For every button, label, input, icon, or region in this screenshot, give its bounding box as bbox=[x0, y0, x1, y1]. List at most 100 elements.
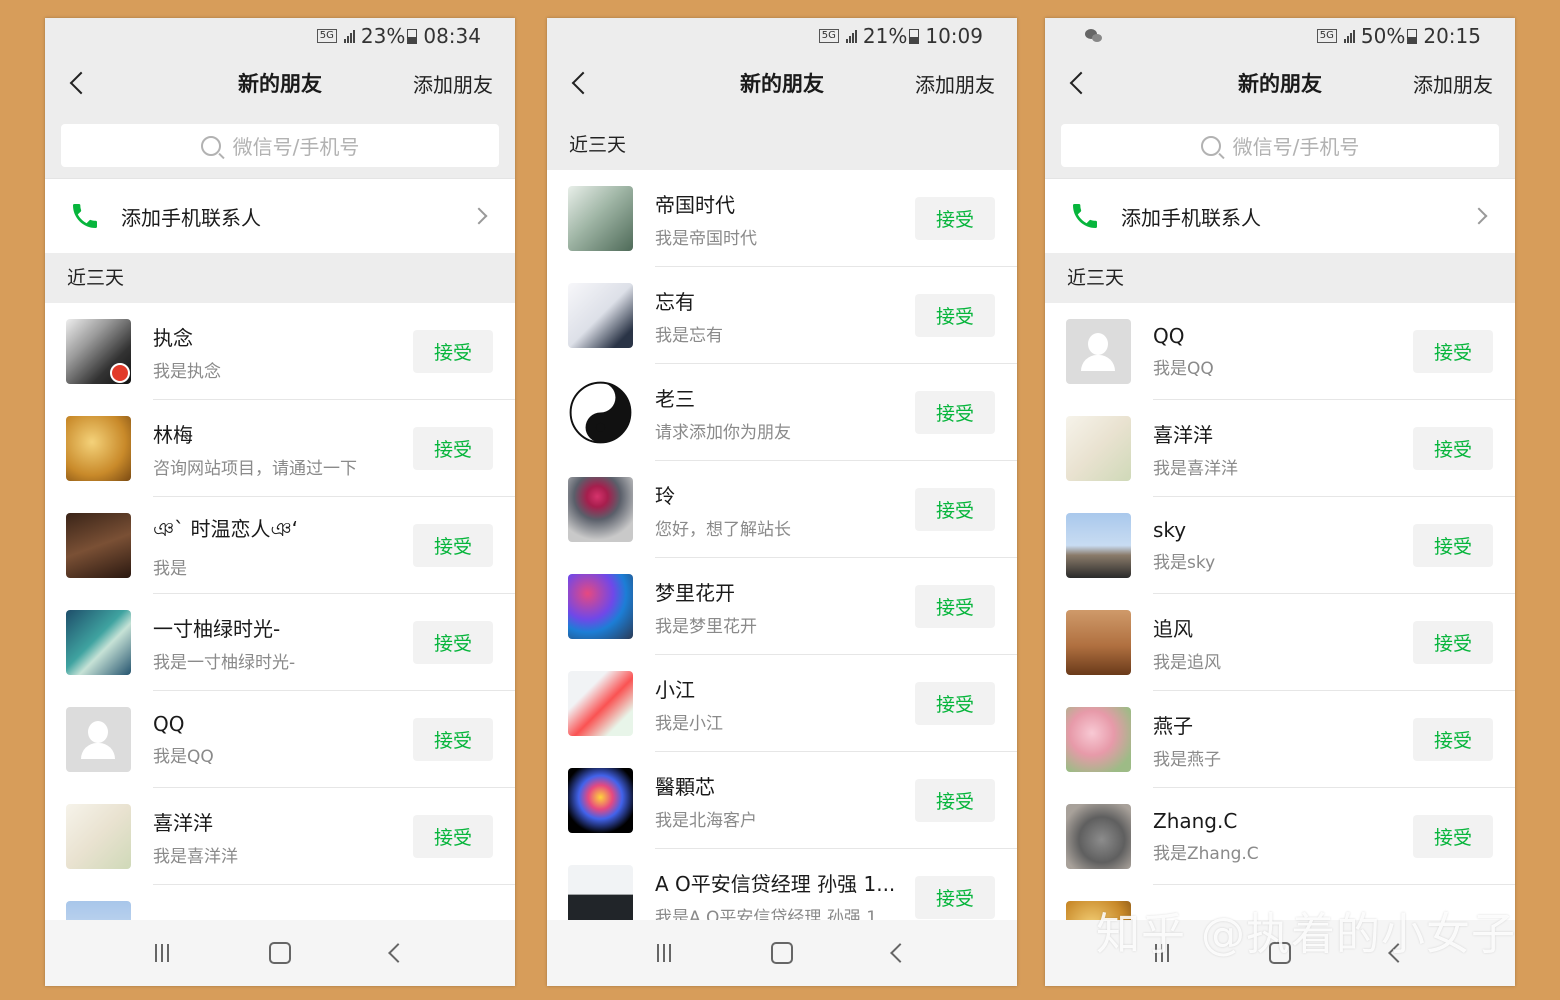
avatar[interactable] bbox=[568, 768, 633, 833]
request-message: 我是忘有 bbox=[655, 325, 723, 346]
phone-icon bbox=[73, 204, 97, 228]
avatar[interactable] bbox=[1066, 707, 1131, 772]
accept-button[interactable]: 接受 bbox=[915, 488, 995, 531]
add-friend-link[interactable]: 添加朋友 bbox=[915, 69, 995, 98]
list-item[interactable]: 梦里花开 我是梦里花开 接受 bbox=[547, 558, 1017, 655]
back-icon[interactable] bbox=[890, 943, 910, 963]
contact-name: 燕子 bbox=[1153, 713, 1193, 738]
list-item[interactable]: 醫顆芯 我是北海客户 接受 bbox=[547, 752, 1017, 849]
list-item[interactable]: 追风 我是追风 接受 bbox=[1045, 594, 1515, 691]
request-message: 我是小江 bbox=[655, 713, 723, 734]
contact-name: 小江 bbox=[655, 677, 695, 702]
list-item[interactable]: 喜洋洋 我是喜洋洋 接受 bbox=[45, 788, 515, 885]
avatar[interactable] bbox=[66, 416, 131, 481]
list-item[interactable]: 小江我是小江 接受 bbox=[547, 655, 1017, 752]
back-icon[interactable] bbox=[388, 943, 408, 963]
accept-button[interactable]: 接受 bbox=[915, 294, 995, 337]
accept-button[interactable]: 接受 bbox=[915, 585, 995, 628]
system-nav-bar bbox=[45, 920, 515, 986]
list-item[interactable]: 一寸柚绿时光- 我是一寸柚绿时光- 接受 bbox=[45, 594, 515, 691]
friend-request-list: 执念 我是执念 接受 林梅 咨询网站项目，请通过一下 接受 ঞ` 时温恋人ঞ‘ 我是 … bbox=[45, 303, 515, 982]
signal-icon bbox=[1343, 29, 1355, 43]
status-bar: 5G 50% 20:15 bbox=[1045, 18, 1515, 54]
list-item[interactable]: 忘有 我是忘有 接受 bbox=[547, 267, 1017, 364]
avatar[interactable] bbox=[568, 574, 633, 639]
accept-button[interactable]: 接受 bbox=[1413, 524, 1493, 567]
avatar[interactable] bbox=[568, 186, 633, 251]
back-arrow-icon[interactable] bbox=[1069, 71, 1093, 95]
accept-button[interactable]: 接受 bbox=[1413, 815, 1493, 858]
accept-button[interactable]: 接受 bbox=[1413, 718, 1493, 761]
accept-button[interactable]: 接受 bbox=[1413, 621, 1493, 664]
accept-button[interactable]: 接受 bbox=[915, 391, 995, 434]
accept-button[interactable]: 接受 bbox=[413, 621, 493, 664]
add-friend-link[interactable]: 添加朋友 bbox=[413, 69, 493, 98]
back-arrow-icon[interactable] bbox=[571, 71, 595, 95]
avatar[interactable] bbox=[568, 283, 633, 348]
list-item[interactable]: sky 我是sky 接受 bbox=[1045, 497, 1515, 594]
accept-button[interactable]: 接受 bbox=[413, 427, 493, 470]
accept-button[interactable]: 接受 bbox=[915, 197, 995, 240]
add-phone-contacts-row[interactable]: 添加手机联系人 bbox=[45, 178, 515, 253]
avatar[interactable] bbox=[1066, 513, 1131, 578]
list-item[interactable]: 喜洋洋 我是喜洋洋 接受 bbox=[1045, 400, 1515, 497]
accept-button[interactable]: 接受 bbox=[413, 330, 493, 373]
search-input[interactable]: 微信号/手机号 bbox=[61, 124, 499, 167]
accept-button[interactable]: 接受 bbox=[413, 815, 493, 858]
home-icon[interactable] bbox=[771, 942, 793, 964]
list-item[interactable]: 林梅 咨询网站项目，请通过一下 接受 bbox=[45, 400, 515, 497]
section-header: 近三天 bbox=[1045, 253, 1515, 303]
list-item[interactable]: 帝国时代 我是帝国时代 接受 bbox=[547, 170, 1017, 267]
chevron-right-icon bbox=[470, 207, 488, 225]
5g-icon: 5G bbox=[316, 29, 337, 43]
list-item[interactable]: 执念 我是执念 接受 bbox=[45, 303, 515, 400]
accept-button[interactable]: 接受 bbox=[915, 876, 995, 919]
phone-icon bbox=[1073, 204, 1097, 228]
battery-percent: 50% bbox=[1360, 24, 1406, 48]
list-item[interactable]: 燕子 我是燕子 接受 bbox=[1045, 691, 1515, 788]
accept-button[interactable]: 接受 bbox=[915, 779, 995, 822]
request-message: 请求添加你为朋友 bbox=[655, 422, 791, 443]
accept-button[interactable]: 接受 bbox=[1413, 427, 1493, 470]
yin-yang-icon[interactable] bbox=[568, 380, 633, 445]
list-item[interactable]: 老三 请求添加你为朋友 接受 bbox=[547, 364, 1017, 461]
back-arrow-icon[interactable] bbox=[69, 71, 93, 95]
accept-button[interactable]: 接受 bbox=[413, 524, 493, 567]
avatar[interactable] bbox=[568, 671, 633, 736]
recents-icon[interactable] bbox=[155, 944, 169, 962]
navigation-bar: 新的朋友 添加朋友 bbox=[45, 54, 515, 112]
list-item[interactable]: Zhang.C 我是Zhang.C 接受 bbox=[1045, 788, 1515, 885]
add-phone-contacts-row[interactable]: 添加手机联系人 bbox=[1045, 178, 1515, 253]
avatar[interactable] bbox=[66, 804, 131, 869]
avatar[interactable] bbox=[66, 319, 131, 384]
list-item[interactable]: 玲您好，想了解站长 接受 bbox=[547, 461, 1017, 558]
avatar[interactable] bbox=[1066, 416, 1131, 481]
avatar[interactable] bbox=[1066, 804, 1131, 869]
default-avatar-icon[interactable] bbox=[66, 707, 131, 772]
search-placeholder: 微信号/手机号 bbox=[232, 135, 360, 159]
avatar[interactable] bbox=[66, 610, 131, 675]
list-item[interactable]: QQ 我是QQ 接受 bbox=[45, 691, 515, 788]
avatar[interactable] bbox=[66, 513, 131, 578]
phone-screen-3: 5G 50% 20:15 新的朋友 添加朋友 微信号/手机号 添加手机联系人 近… bbox=[1045, 18, 1515, 986]
accept-button[interactable]: 接受 bbox=[1413, 330, 1493, 373]
accept-button[interactable]: 接受 bbox=[915, 682, 995, 725]
clock: 10:09 bbox=[925, 24, 983, 48]
search-input[interactable]: 微信号/手机号 bbox=[1061, 124, 1499, 167]
signal-icon bbox=[343, 29, 355, 43]
list-item[interactable]: ঞ` 时温恋人ঞ‘ 我是 接受 bbox=[45, 497, 515, 594]
phone-screen-2: 5G 21% 10:09 新的朋友 添加朋友 近三天 帝国时代 我是帝国时代 接受… bbox=[547, 18, 1017, 986]
default-avatar-icon[interactable] bbox=[1066, 319, 1131, 384]
recents-icon[interactable] bbox=[657, 944, 671, 962]
home-icon[interactable] bbox=[269, 942, 291, 964]
avatar[interactable] bbox=[568, 477, 633, 542]
navigation-bar: 新的朋友 添加朋友 bbox=[547, 54, 1017, 112]
watermark: 知乎 @执着的小女子 bbox=[1096, 909, 1516, 960]
phone-screen-1: 5G 23% 08:34 新的朋友 添加朋友 微信号/手机号 添加手机联系人 近… bbox=[45, 18, 515, 986]
list-item[interactable]: QQ 我是QQ 接受 bbox=[1045, 303, 1515, 400]
avatar[interactable] bbox=[1066, 610, 1131, 675]
request-message: 我是一寸柚绿时光- bbox=[153, 652, 296, 673]
accept-button[interactable]: 接受 bbox=[413, 718, 493, 761]
contact-name: 林梅 bbox=[153, 422, 193, 447]
add-friend-link[interactable]: 添加朋友 bbox=[1413, 69, 1493, 98]
